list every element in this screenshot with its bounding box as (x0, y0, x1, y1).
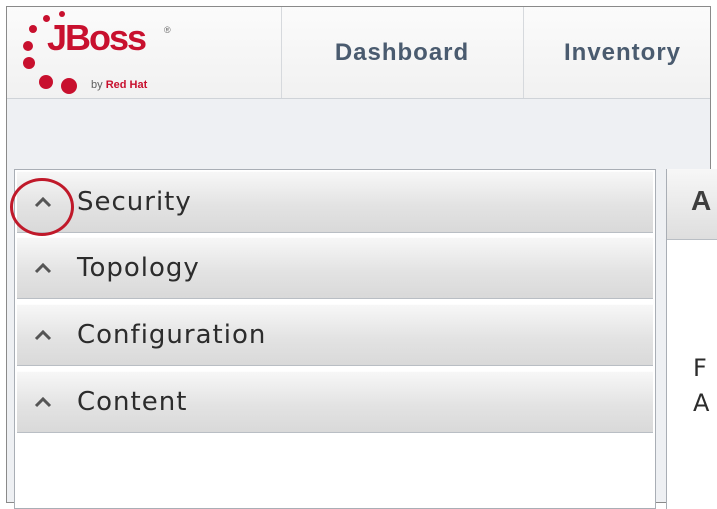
logo-brand: JBoss (47, 17, 147, 58)
logo-dot (39, 75, 53, 89)
logo-dot (23, 41, 33, 51)
sidebar-section-label: Security (77, 187, 192, 217)
sidebar-section-label: Configuration (77, 320, 267, 350)
chevron-up-icon[interactable] (31, 190, 55, 214)
top-header: JBoss ® by Red Hat Dashboard Inventory (7, 7, 710, 99)
logo-tagline-company: Red Hat (105, 79, 148, 91)
logo-tagline: by Red Hat (91, 79, 147, 91)
content-panel-header: A (667, 169, 717, 240)
logo-wordmark: JBoss (47, 17, 147, 59)
sidebar-section-content[interactable]: Content (17, 371, 653, 433)
sidebar-accordion: Security Topology Configuration Content (14, 169, 656, 509)
sidebar-section-security[interactable]: Security (17, 171, 653, 233)
content-panel-title: A (691, 185, 712, 216)
sidebar-section-configuration[interactable]: Configuration (17, 304, 653, 366)
jboss-logo[interactable]: JBoss ® by Red Hat (7, 7, 282, 98)
content-text-line: F (693, 354, 707, 382)
chevron-up-icon[interactable] (31, 256, 55, 280)
tab-inventory[interactable]: Inventory (524, 7, 710, 98)
logo-registered: ® (164, 25, 171, 35)
logo-tagline-prefix: by (91, 79, 103, 91)
logo-dot (61, 78, 77, 94)
logo-dot (29, 25, 37, 33)
content-panel: A F A (666, 169, 717, 509)
sidebar-section-topology[interactable]: Topology (17, 237, 653, 299)
chevron-up-icon[interactable] (31, 323, 55, 347)
sidebar-section-label: Topology (77, 253, 200, 283)
logo-dot (23, 57, 35, 69)
content-text-line: A (693, 389, 710, 417)
tab-dashboard[interactable]: Dashboard (281, 7, 524, 98)
sidebar-section-label: Content (77, 387, 188, 417)
chevron-up-icon[interactable] (31, 390, 55, 414)
